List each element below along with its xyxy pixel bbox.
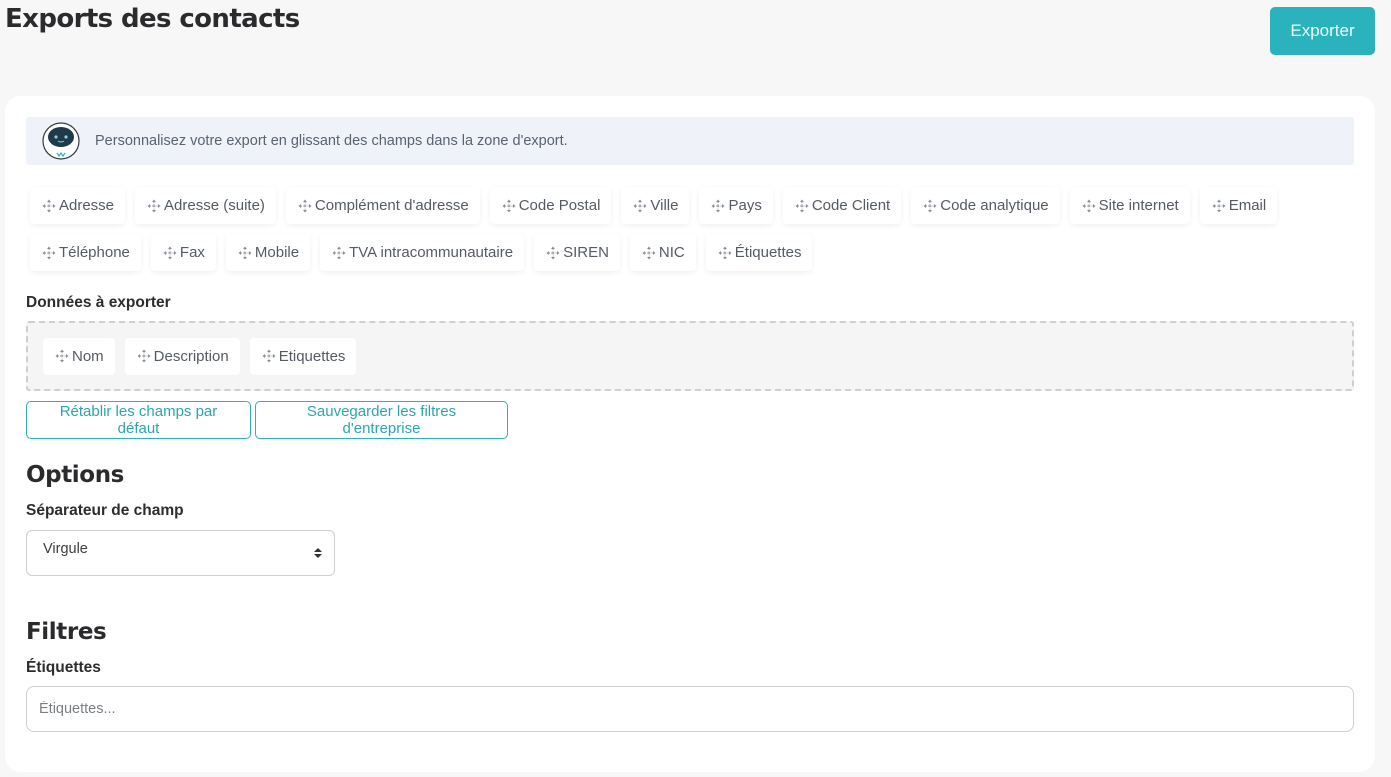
available-fields: Adresse Adresse (suite) Complément d'adr… [30, 187, 1360, 281]
separator-select-value: Virgule [43, 541, 88, 557]
separator-label: Séparateur de champ [26, 502, 184, 519]
export-drop-zone[interactable]: Nom Description Etiquettes [26, 321, 1354, 391]
field-chip-label: Étiquettes [734, 244, 802, 261]
move-icon [718, 246, 732, 260]
move-icon [163, 246, 177, 260]
info-banner: Personnalisez votre export en glissant d… [26, 117, 1354, 165]
move-icon [137, 349, 151, 363]
field-chip-label: Email [1228, 197, 1267, 214]
move-icon [1082, 199, 1096, 213]
export-zone-label: Données à exporter [26, 294, 171, 311]
move-icon [262, 349, 276, 363]
field-chip-etiquettes[interactable]: Etiquettes [249, 337, 357, 375]
page-title: Exports des contacts [5, 4, 300, 34]
options-heading: Options [26, 462, 124, 488]
field-chip-pays[interactable]: Pays [699, 187, 773, 224]
export-button[interactable]: Exporter [1270, 7, 1375, 55]
move-icon [711, 199, 725, 213]
field-chip-label: Mobile [254, 244, 300, 261]
move-icon [42, 199, 56, 213]
move-icon [502, 199, 516, 213]
field-chip-label: Téléphone [59, 244, 130, 261]
field-chip-siren[interactable]: SIREN [534, 234, 620, 271]
move-icon [1212, 199, 1226, 213]
move-icon [238, 246, 252, 260]
field-chip-adresse-suite[interactable]: Adresse (suite) [135, 187, 276, 224]
move-icon [642, 246, 656, 260]
info-text: Personnalisez votre export en glissant d… [95, 133, 568, 149]
field-chip-etiquettes[interactable]: Étiquettes [705, 234, 813, 271]
field-chip-label: Fax [179, 244, 205, 261]
field-chip-code-analytique[interactable]: Code analytique [911, 187, 1060, 224]
field-chip-label: Code Client [811, 197, 891, 214]
move-icon [42, 246, 56, 260]
move-icon [546, 246, 560, 260]
field-chip-label: Ville [650, 197, 679, 214]
field-chip-label: NIC [658, 244, 685, 261]
field-chip-fax[interactable]: Fax [150, 234, 216, 271]
field-chip-code-postal[interactable]: Code Postal [489, 187, 612, 224]
field-chip-label: Etiquettes [278, 347, 346, 365]
save-filters-button[interactable]: Sauvegarder les filtres d'entreprise [255, 401, 508, 439]
separator-select[interactable]: Virgule [26, 530, 335, 576]
field-chip-label: Site internet [1098, 197, 1179, 214]
available-fields-row-1: Adresse Adresse (suite) Complément d'adr… [30, 187, 1360, 224]
reset-defaults-button[interactable]: Rétablir les champs par défaut [26, 401, 251, 439]
filters-heading: Filtres [26, 619, 107, 645]
field-chip-tva-intracommunautaire[interactable]: TVA intracommunautaire [320, 234, 525, 271]
field-chip-adresse[interactable]: Adresse [30, 187, 126, 224]
field-chip-label: Code analytique [940, 197, 1049, 214]
field-chip-description[interactable]: Description [124, 337, 240, 375]
available-fields-row-2: Téléphone Fax Mobile TVA intracommunauta… [30, 234, 1360, 271]
move-icon [55, 349, 69, 363]
field-chip-label: Description [153, 347, 229, 365]
export-card: Personnalisez votre export en glissant d… [5, 96, 1375, 772]
tags-filter-label: Étiquettes [26, 659, 101, 676]
move-icon [298, 199, 312, 213]
field-chip-label: Nom [72, 347, 104, 365]
field-chip-telephone[interactable]: Téléphone [30, 234, 141, 271]
tags-filter-input[interactable] [26, 686, 1354, 732]
field-chip-complement-d-adresse[interactable]: Complément d'adresse [285, 187, 480, 224]
move-icon [147, 199, 161, 213]
field-chip-label: Code Postal [518, 197, 601, 214]
field-chip-label: Pays [728, 197, 762, 214]
field-chip-label: TVA intracommunautaire [349, 244, 514, 261]
field-chip-label: Adresse (suite) [164, 197, 265, 214]
field-chip-nic[interactable]: NIC [629, 234, 696, 271]
select-arrows-icon [314, 547, 322, 559]
field-chip-nom[interactable]: Nom [43, 337, 115, 375]
move-icon [795, 199, 809, 213]
robot-assistant-icon [41, 122, 81, 160]
field-chip-ville[interactable]: Ville [621, 187, 690, 224]
field-chip-code-client[interactable]: Code Client [782, 187, 902, 224]
move-icon [923, 199, 937, 213]
field-chip-label: SIREN [563, 244, 609, 261]
field-chip-mobile[interactable]: Mobile [225, 234, 311, 271]
field-chip-site-internet[interactable]: Site internet [1069, 187, 1190, 224]
move-icon [332, 246, 346, 260]
move-icon [633, 199, 647, 213]
field-chip-label: Complément d'adresse [314, 197, 469, 214]
field-chip-label: Adresse [59, 197, 115, 214]
field-chip-email[interactable]: Email [1199, 187, 1278, 224]
